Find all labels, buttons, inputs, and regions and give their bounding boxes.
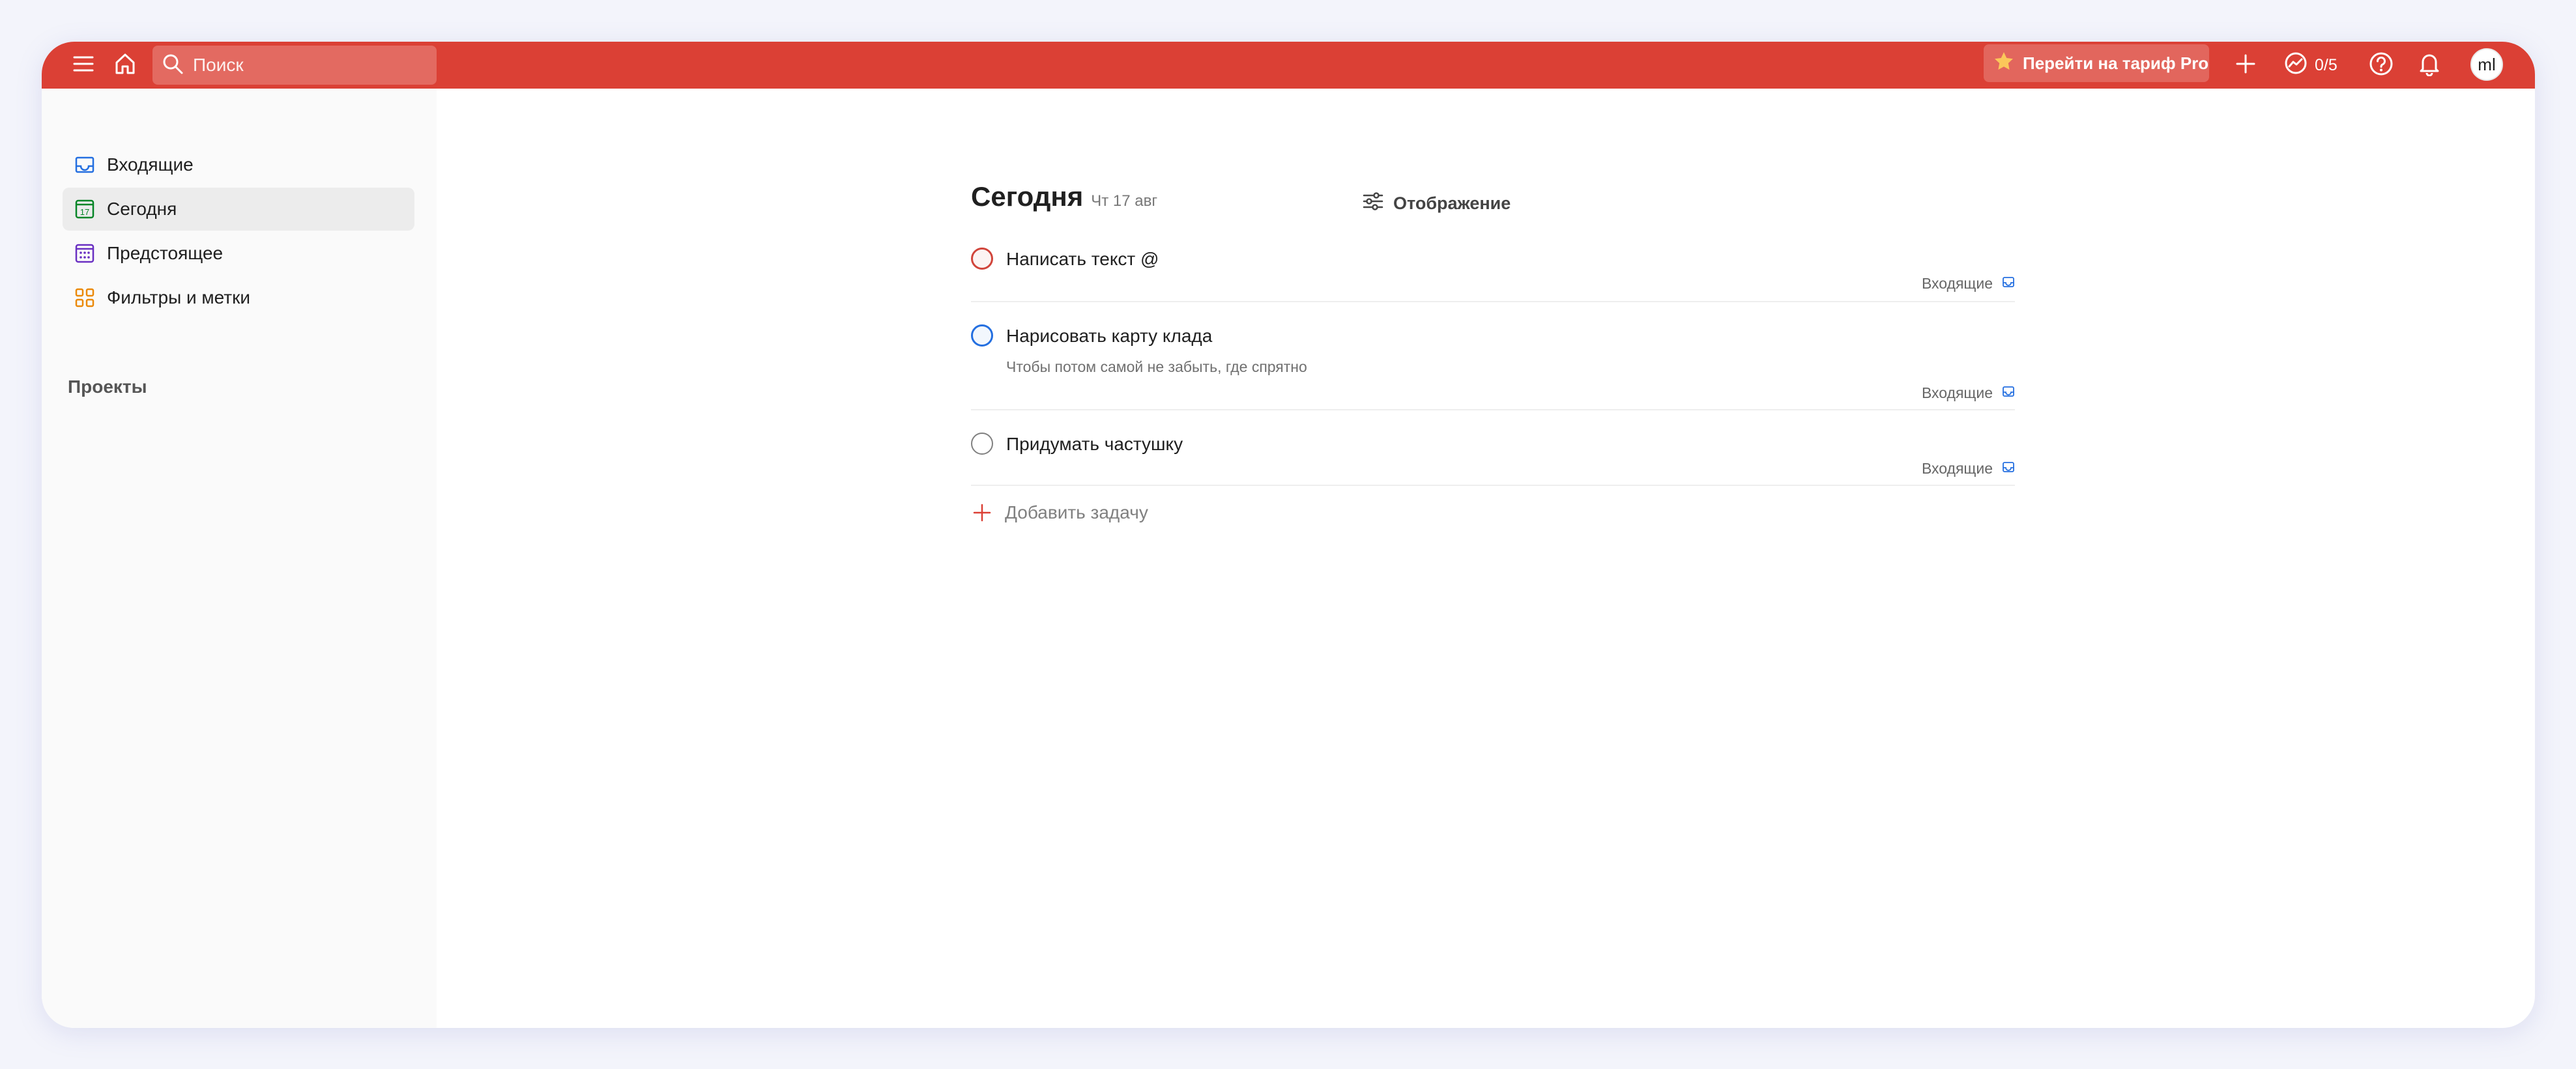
star-icon bbox=[1993, 50, 2015, 77]
view-options-label: Отображение bbox=[1393, 193, 1511, 213]
task-name: Написать текст @ bbox=[1006, 249, 1159, 269]
sidebar-item-label: Фильтры и метки bbox=[107, 287, 250, 307]
productivity-button[interactable]: 0/5 bbox=[2283, 47, 2337, 83]
upgrade-pro-label: Перейти на тариф Pro bbox=[2023, 53, 2209, 73]
help-icon bbox=[2369, 51, 2394, 79]
menu-toggle-button[interactable] bbox=[65, 47, 102, 83]
sidebar-item-inbox[interactable]: Входящие bbox=[63, 143, 414, 186]
search-input[interactable] bbox=[192, 54, 416, 76]
sidebar-item-label: Сегодня bbox=[107, 199, 177, 219]
search-box[interactable] bbox=[152, 46, 437, 85]
app-window: Перейти на тариф Pro 0/5 ml bbox=[42, 42, 2535, 1028]
filters-icon bbox=[73, 286, 96, 309]
task-project[interactable]: Входящие bbox=[1922, 460, 2015, 477]
productivity-count: 0/5 bbox=[2315, 55, 2337, 74]
sidebar-item-label: Предстоящее bbox=[107, 243, 224, 263]
task-name: Нарисовать карту клада bbox=[1006, 326, 1213, 346]
inbox-icon bbox=[1993, 384, 2015, 402]
inbox-icon bbox=[1993, 275, 2015, 292]
task-project[interactable]: Входящие bbox=[1922, 275, 2015, 292]
sidebar-item-upcoming[interactable]: Предстоящее bbox=[63, 232, 414, 275]
calendar-upcoming-icon bbox=[73, 242, 96, 265]
main-content: Сегодня Чт 17 авг Отображение Написать т… bbox=[437, 89, 2535, 1028]
bell-icon bbox=[2418, 51, 2441, 79]
inbox-icon bbox=[1993, 460, 2015, 477]
inbox-icon bbox=[73, 153, 96, 177]
task-checkbox[interactable] bbox=[971, 248, 993, 270]
task-row[interactable]: Придумать частушку Входящие bbox=[971, 426, 2015, 486]
plus-icon bbox=[971, 503, 993, 522]
sidebar-item-today[interactable]: 17 Сегодня bbox=[63, 188, 414, 231]
sidebar-item-label: Входящие bbox=[107, 154, 194, 175]
task-checkbox[interactable] bbox=[971, 324, 993, 347]
add-task-button[interactable]: Добавить задачу bbox=[971, 496, 1148, 529]
task-project-label: Входящие bbox=[1921, 384, 1993, 401]
search-icon bbox=[152, 53, 184, 78]
help-button[interactable] bbox=[2363, 47, 2399, 83]
home-icon bbox=[113, 52, 137, 79]
task-checkbox[interactable] bbox=[971, 433, 993, 455]
task-name: Придумать частушку bbox=[1006, 434, 1183, 454]
task-project[interactable]: Входящие bbox=[1922, 384, 2015, 402]
task-row[interactable]: Написать текст @ Входящие bbox=[971, 241, 2015, 302]
task-description: Чтобы потом самой не забыть, где спрятно bbox=[1006, 358, 1307, 375]
plus-icon bbox=[2235, 53, 2257, 78]
avatar[interactable]: ml bbox=[2470, 48, 2503, 81]
home-button[interactable] bbox=[107, 47, 143, 83]
task-project-label: Входящие bbox=[1921, 460, 1993, 477]
productivity-icon bbox=[2283, 51, 2308, 80]
page-title: Сегодня bbox=[971, 181, 1084, 212]
projects-heading[interactable]: Проекты bbox=[68, 377, 147, 397]
calendar-today-icon: 17 bbox=[73, 197, 96, 221]
upgrade-pro-button[interactable]: Перейти на тариф Pro bbox=[1984, 44, 2209, 82]
task-project-label: Входящие bbox=[1921, 275, 1993, 292]
add-task-label: Добавить задачу bbox=[1005, 502, 1148, 522]
menu-icon bbox=[72, 54, 94, 77]
page-date: Чт 17 авг bbox=[1091, 192, 1158, 210]
sidebar: Входящие 17 Сегодня Предстоящее Фильтры … bbox=[42, 89, 437, 1028]
view-options-button[interactable]: Отображение bbox=[1362, 185, 1511, 221]
svg-text:17: 17 bbox=[80, 207, 89, 217]
page-header: Сегодня Чт 17 авг bbox=[971, 181, 1157, 212]
sidebar-item-filters[interactable]: Фильтры и метки bbox=[63, 276, 414, 319]
quick-add-button[interactable] bbox=[2227, 47, 2264, 83]
sliders-icon bbox=[1362, 190, 1384, 217]
task-row[interactable]: Нарисовать карту клада Чтобы потом самой… bbox=[971, 318, 2015, 410]
notifications-button[interactable] bbox=[2411, 47, 2448, 83]
top-bar: Перейти на тариф Pro 0/5 ml bbox=[42, 42, 2535, 89]
